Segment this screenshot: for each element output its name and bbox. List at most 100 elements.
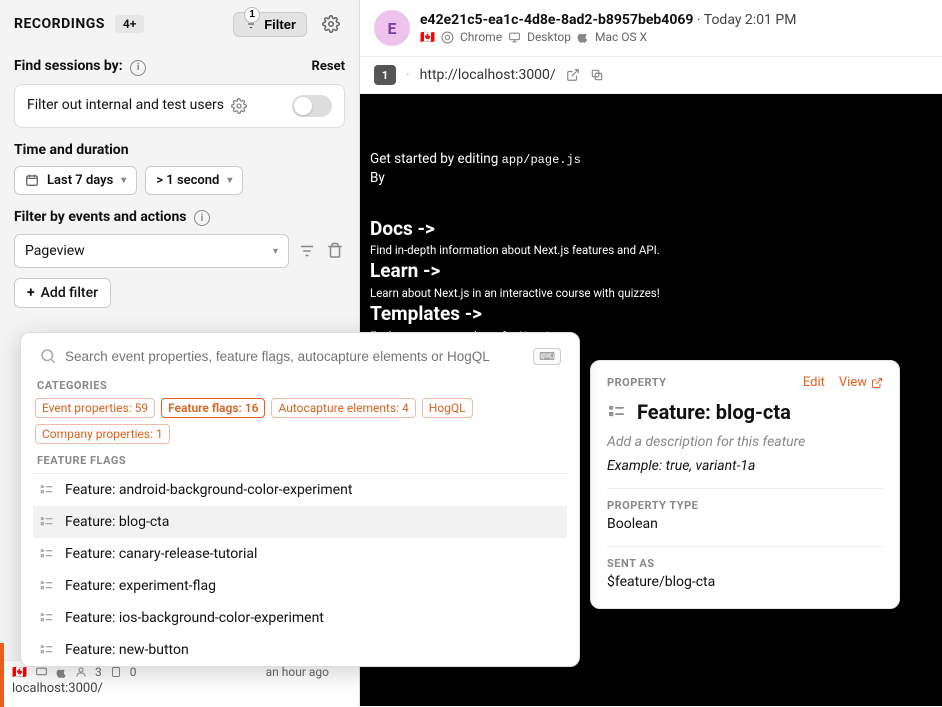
session-time: Today 2:01 PM [704, 12, 797, 28]
filter-lines-icon[interactable] [297, 241, 317, 261]
property-example: Example: true, variant-1a [607, 458, 883, 474]
internal-users-toggle[interactable] [292, 95, 332, 117]
recordings-count-badge: 4+ [115, 15, 144, 33]
list-icon [39, 610, 55, 626]
feature-flag-label: Feature: ios-background-color-experiment [65, 610, 324, 626]
property-detail-card: PROPERTY Edit View Feature: blog-cta Add… [590, 360, 900, 609]
time-section-title: Time and duration [14, 142, 345, 158]
playback-docs-sub: Find in-depth information about Next.js … [370, 242, 932, 258]
feature-flag-label: Feature: experiment-flag [65, 578, 216, 594]
events-section-title: Filter by events and actions [14, 209, 186, 225]
list-icon [607, 402, 627, 422]
date-range-select[interactable]: Last 7 days ▾ [14, 166, 137, 195]
device-label: Desktop [527, 30, 571, 44]
feature-flag-label: Feature: new-button [65, 642, 189, 658]
edit-link[interactable]: Edit [803, 375, 825, 390]
property-description-placeholder[interactable]: Add a description for this feature [607, 434, 883, 450]
plus-icon: + [27, 285, 35, 301]
sidebar-header: RECORDINGS 4+ 1 Filter [0, 0, 359, 48]
feature-flag-label: Feature: android-background-color-experi… [65, 482, 352, 498]
settings-button[interactable] [317, 10, 345, 38]
list-icon [39, 546, 55, 562]
filter-button[interactable]: 1 Filter [233, 12, 307, 37]
property-search-input[interactable] [65, 349, 525, 364]
keyboard-icon: ⌨ [533, 348, 561, 365]
feature-flag-item[interactable]: Feature: new-button [33, 634, 567, 666]
list-icon [39, 482, 55, 498]
url-bar: 1 · http://localhost:3000/ [360, 57, 942, 94]
recording-relative-time: an hour ago [266, 665, 329, 679]
playback-learn-heading: Learn -> [370, 258, 932, 285]
info-icon[interactable]: i [130, 60, 146, 76]
sent-as-heading: SENT AS [607, 557, 883, 570]
reset-button[interactable]: Reset [312, 59, 345, 74]
apple-icon [577, 31, 589, 43]
calendar-icon [25, 173, 39, 187]
external-link-icon[interactable] [566, 68, 580, 82]
gear-icon[interactable] [231, 98, 247, 114]
session-url: http://localhost:3000/ [420, 67, 556, 83]
feature-flag-item[interactable]: Feature: blog-cta [33, 506, 567, 538]
feature-flag-item[interactable]: Feature: canary-release-tutorial [33, 538, 567, 570]
filter-button-label: Filter [264, 17, 296, 32]
feature-flag-label: Feature: blog-cta [65, 514, 169, 530]
list-icon [39, 514, 55, 530]
list-icon [39, 642, 55, 658]
country-flag-icon: 🇨🇦 [12, 665, 27, 679]
feature-flag-item[interactable]: Feature: ios-background-color-experiment [33, 602, 567, 634]
search-icon [39, 347, 57, 365]
person-icon [75, 666, 87, 678]
info-icon[interactable]: i [194, 210, 210, 226]
category-chip-company[interactable]: Company properties: 1 [35, 424, 170, 444]
sidebar-title: RECORDINGS [14, 16, 105, 32]
feature-flag-list[interactable]: Feature: android-background-color-experi… [33, 473, 567, 666]
find-label: Find sessions by: [14, 58, 123, 74]
playback-line-1a: Get started by editing [370, 151, 502, 167]
duration-label: > 1 second [156, 173, 219, 188]
view-link[interactable]: View [839, 375, 883, 390]
add-filter-button[interactable]: + Add filter [14, 278, 111, 308]
playback-docs-heading: Docs -> [370, 216, 932, 243]
chevron-down-icon: ▾ [121, 175, 126, 186]
copy-icon[interactable] [590, 68, 604, 82]
feature-flag-item[interactable]: Feature: android-background-color-experi… [33, 474, 567, 506]
list-icon [39, 578, 55, 594]
internal-users-row: Filter out internal and test users [14, 84, 345, 128]
trash-icon[interactable] [325, 241, 345, 261]
browser-label: Chrome [460, 30, 502, 44]
gear-icon [322, 15, 340, 33]
categories-heading: CATEGORIES [37, 379, 563, 392]
page-icon [110, 666, 122, 678]
feature-flag-item[interactable]: Feature: experiment-flag [33, 570, 567, 602]
find-section: Find sessions by: i Reset Filter out int… [0, 48, 359, 318]
property-title: Feature: blog-cta [637, 400, 791, 424]
external-link-icon [871, 377, 883, 389]
category-chip-autocapture[interactable]: Autocapture elements: 4 [271, 398, 415, 418]
url-index-badge: 1 [374, 65, 396, 85]
property-search-popover: ⌨ CATEGORIES Event properties: 59 Featur… [20, 332, 580, 667]
desktop-icon [508, 31, 521, 44]
chevron-down-icon: ▾ [227, 175, 232, 186]
internal-users-label: Filter out internal and test users [27, 97, 224, 113]
card-heading: PROPERTY [607, 376, 666, 389]
browser-icon [441, 31, 454, 44]
playback-templates-heading: Templates -> [370, 301, 932, 328]
duration-select[interactable]: > 1 second ▾ [145, 166, 243, 195]
category-chip-hogql[interactable]: HogQL [422, 398, 473, 418]
category-row: Event properties: 59 Feature flags: 16 A… [33, 398, 567, 444]
feature-flag-label: Feature: canary-release-tutorial [65, 546, 257, 562]
playback-learn-sub: Learn about Next.js in an interactive co… [370, 285, 932, 301]
session-id: e42e21c5-ea1c-4d8e-8ad2-b8957beb4069 [420, 12, 693, 28]
event-count: 3 [95, 665, 102, 679]
country-flag-icon: 🇨🇦 [420, 30, 435, 44]
category-chip-event-properties[interactable]: Event properties: 59 [35, 398, 155, 418]
session-header: E e42e21c5-ea1c-4d8e-8ad2-b8957beb4069 ·… [360, 0, 942, 57]
category-chip-feature-flags[interactable]: Feature flags: 16 [161, 398, 265, 418]
feature-flags-heading: FEATURE FLAGS [37, 454, 563, 467]
sent-as-value: $feature/blog-cta [607, 574, 883, 590]
playback-line-1b: app/page.js [502, 153, 581, 167]
event-select-label: Pageview [25, 243, 85, 259]
avatar: E [374, 10, 410, 46]
filter-count-badge: 1 [244, 7, 260, 23]
event-select[interactable]: Pageview ▾ [14, 234, 289, 268]
